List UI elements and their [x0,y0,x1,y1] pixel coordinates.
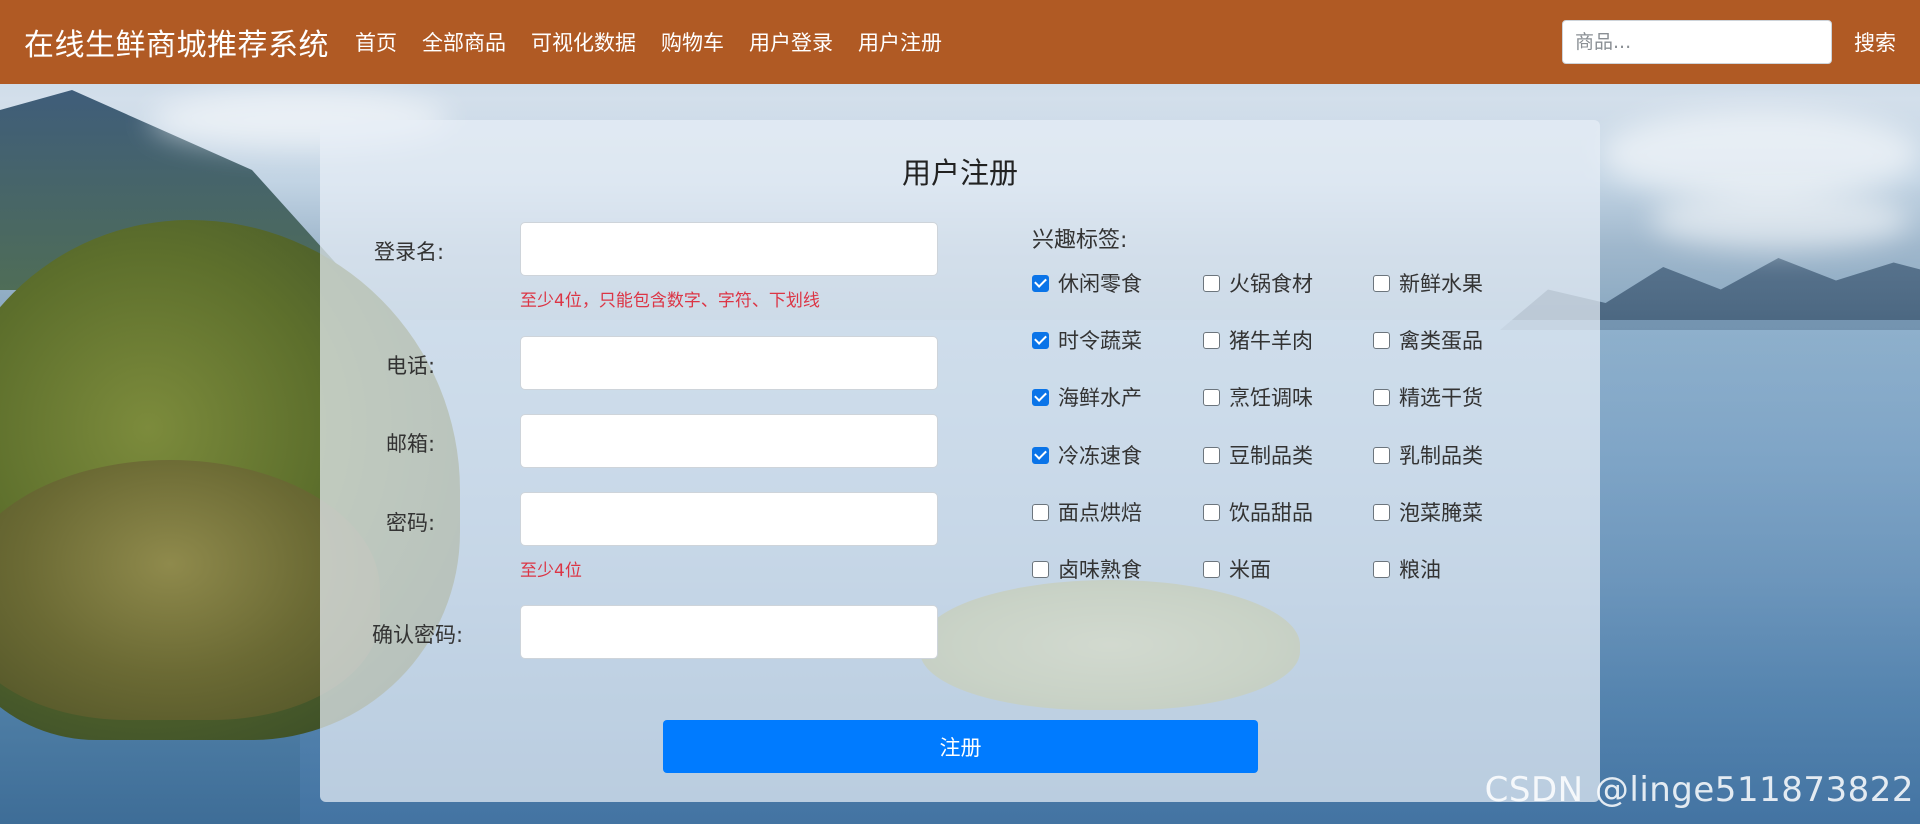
interest-tag[interactable]: 粮油 [1373,554,1441,584]
phone-input[interactable] [520,336,938,390]
tag-checkbox[interactable] [1032,446,1049,464]
tag-checkbox[interactable] [1032,388,1049,406]
tag-checkbox[interactable] [1032,560,1049,578]
interest-tag[interactable]: 冷冻速食 [1032,440,1142,470]
username-input[interactable] [520,222,938,276]
username-hint: 至少4位，只能包含数字、字符、下划线 [520,291,820,311]
tag-label: 火锅食材 [1229,272,1313,296]
tag-label: 休闲零食 [1058,272,1142,296]
interest-tag[interactable]: 豆制品类 [1203,440,1313,470]
page-title: 用户注册 [901,156,1018,190]
tag-label: 饮品甜品 [1229,501,1313,525]
tag-checkbox[interactable] [1373,388,1390,406]
watermark: CSDN @linge511873822 [1484,770,1914,810]
tag-label: 豆制品类 [1229,444,1313,468]
register-button[interactable]: 注册 [663,720,1258,773]
tag-checkbox[interactable] [1203,503,1220,521]
search-button[interactable]: 搜索 [1854,27,1896,57]
cloud [1650,190,1910,250]
tag-checkbox[interactable] [1373,331,1390,349]
nav-links: 首页 全部商品 可视化数据 购物车 用户登录 用户注册 [343,27,955,57]
tag-checkbox[interactable] [1203,274,1220,292]
tag-label: 冷冻速食 [1058,444,1142,468]
nav-link-cart[interactable]: 购物车 [661,27,724,57]
interest-tag[interactable]: 饮品甜品 [1203,497,1313,527]
interest-tag[interactable]: 禽类蛋品 [1373,325,1483,355]
tag-label: 乳制品类 [1399,444,1483,468]
interest-tag[interactable]: 面点烘焙 [1032,497,1142,527]
tag-checkbox[interactable] [1373,446,1390,464]
interest-tag[interactable]: 精选干货 [1373,382,1483,412]
nav-link-home[interactable]: 首页 [355,27,397,57]
interest-tag[interactable]: 泡菜腌菜 [1373,497,1483,527]
username-label: 登录名: [374,240,445,264]
password-label: 密码: [386,511,436,535]
interest-tag[interactable]: 时令蔬菜 [1032,325,1142,355]
tag-label: 泡菜腌菜 [1399,501,1483,525]
tag-checkbox[interactable] [1203,388,1220,406]
nav-link-all-products[interactable]: 全部商品 [422,27,506,57]
tag-label: 面点烘焙 [1058,501,1142,525]
phone-label: 电话: [386,354,436,378]
tag-label: 米面 [1229,558,1271,582]
interest-tag[interactable]: 卤味熟食 [1032,554,1142,584]
tag-checkbox[interactable] [1032,503,1049,521]
tag-label: 时令蔬菜 [1058,329,1142,353]
interest-tag[interactable]: 烹饪调味 [1203,382,1313,412]
tag-label: 猪牛羊肉 [1229,329,1313,353]
interest-tag[interactable]: 猪牛羊肉 [1203,325,1313,355]
password-input[interactable] [520,492,938,546]
search-input[interactable] [1562,20,1832,64]
password-hint: 至少4位 [520,561,582,581]
tag-label: 卤味熟食 [1058,558,1142,582]
tag-checkbox[interactable] [1373,274,1390,292]
navbar: 在线生鲜商城推荐系统 首页 全部商品 可视化数据 购物车 用户登录 用户注册 搜… [0,0,1920,84]
nav-link-register[interactable]: 用户注册 [858,27,942,57]
brand-title[interactable]: 在线生鲜商城推荐系统 [24,20,329,64]
interest-tag[interactable]: 海鲜水产 [1032,382,1142,412]
confirm-password-label: 确认密码: [372,623,464,647]
tag-checkbox[interactable] [1032,274,1049,292]
tag-label: 新鲜水果 [1399,272,1483,296]
confirm-password-input[interactable] [520,605,938,659]
interest-tag[interactable]: 米面 [1203,554,1271,584]
nav-link-visualization[interactable]: 可视化数据 [531,27,636,57]
interest-tag[interactable]: 休闲零食 [1032,268,1142,298]
tag-label: 禽类蛋品 [1399,329,1483,353]
tag-label: 烹饪调味 [1229,386,1313,410]
nav-link-login[interactable]: 用户登录 [749,27,833,57]
tag-checkbox[interactable] [1373,503,1390,521]
register-panel: 用户注册 登录名: 至少4位，只能包含数字、字符、下划线 电话: 邮箱: 密码:… [320,120,1600,802]
cloud [1600,110,1920,200]
nav-search-area: 搜索 [1562,20,1920,64]
interest-tags-title: 兴趣标签: [1032,228,1128,253]
tag-checkbox[interactable] [1373,560,1390,578]
email-label: 邮箱: [386,432,436,456]
tag-label: 精选干货 [1399,386,1483,410]
tag-checkbox[interactable] [1203,331,1220,349]
tag-checkbox[interactable] [1203,446,1220,464]
tag-label: 海鲜水产 [1058,386,1142,410]
interest-tag[interactable]: 新鲜水果 [1373,268,1483,298]
tag-checkbox[interactable] [1032,331,1049,349]
tag-checkbox[interactable] [1203,560,1220,578]
interest-tag[interactable]: 乳制品类 [1373,440,1483,470]
email-input[interactable] [520,414,938,468]
tag-label: 粮油 [1399,558,1441,582]
interest-tag[interactable]: 火锅食材 [1203,268,1313,298]
